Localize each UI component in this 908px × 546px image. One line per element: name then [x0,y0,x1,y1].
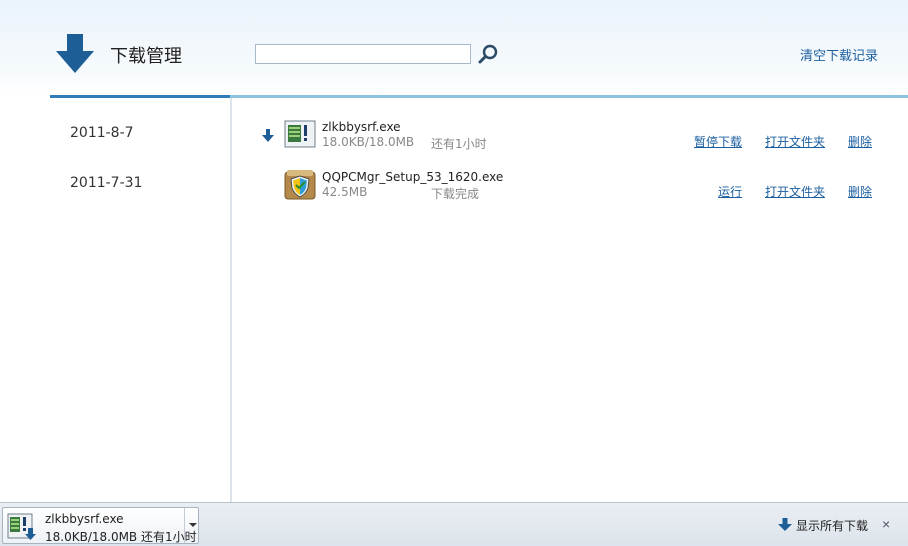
sidebar-item-date[interactable]: 2011-8-7 [70,125,134,141]
file-status: 下载完成 [431,187,480,201]
header-divider [230,95,908,98]
search-input[interactable] [255,44,471,64]
clear-history-link[interactable]: 清空下载记录 [800,45,878,64]
download-arrow-icon [56,34,94,73]
sidebar-item-date[interactable]: 2011-7-31 [70,175,142,191]
download-row: zlkbbysrf.exe 18.0KB/18.0MB 还有1小时 暂停下载 打… [232,114,908,160]
run-link[interactable]: 运行 [718,183,742,200]
shelf-file-name: zlkbbysrf.exe [45,512,124,526]
open-folder-link[interactable]: 打开文件夹 [765,183,825,200]
delete-link[interactable]: 删除 [848,183,872,200]
download-shelf: zlkbbysrf.exe 18.0KB/18.0MB 还有1小时 显示所有下载… [0,502,908,546]
exe-file-icon [284,120,316,148]
close-icon[interactable]: × [882,516,890,532]
open-folder-link[interactable]: 打开文件夹 [765,133,825,150]
shield-installer-icon [284,170,316,200]
chevron-down-icon[interactable] [184,508,199,543]
delete-link[interactable]: 删除 [848,133,872,150]
pause-download-link[interactable]: 暂停下载 [694,133,742,150]
shelf-file-status: 18.0KB/18.0MB 还有1小时 [45,530,197,544]
download-arrow-icon [778,518,792,531]
file-status: 还有1小时 [431,137,487,151]
download-item-pill[interactable]: zlkbbysrf.exe 18.0KB/18.0MB 还有1小时 [2,507,199,544]
file-name: QQPCMgr_Setup_53_1620.exe [322,170,504,184]
sidebar [0,98,230,502]
file-size: 42.5MB [322,185,368,199]
file-size: 18.0KB/18.0MB [322,135,415,149]
file-name: zlkbbysrf.exe [322,120,401,134]
show-all-downloads-link[interactable]: 显示所有下载 [796,517,868,534]
download-row: QQPCMgr_Setup_53_1620.exe 42.5MB 下载完成 运行… [232,164,908,210]
exe-file-icon [7,513,36,540]
downloading-arrow-icon [262,129,274,142]
page-title: 下载管理 [110,46,182,67]
header: 下载管理 清空下载记录 [0,0,908,98]
search-icon[interactable] [478,43,500,65]
